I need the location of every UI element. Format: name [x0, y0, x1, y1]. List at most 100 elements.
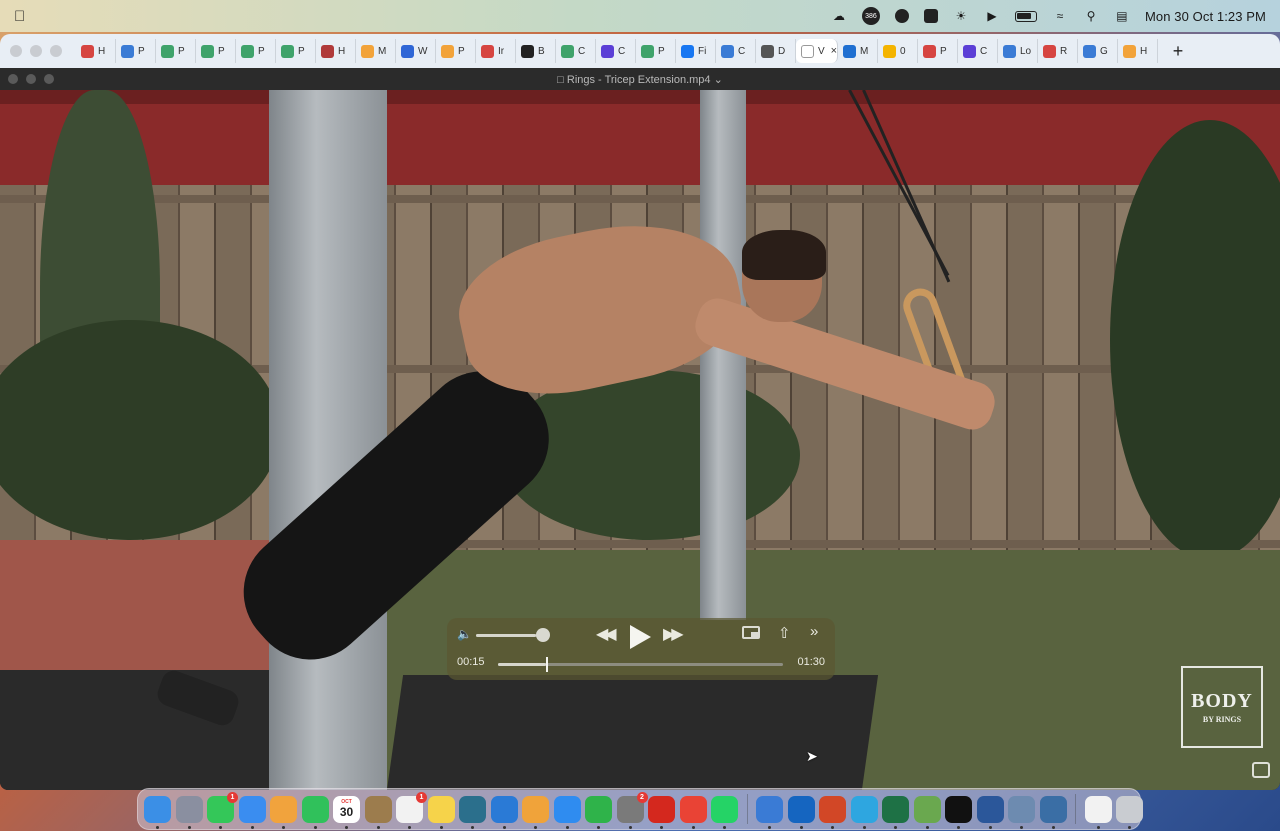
brightness-icon[interactable]: ☀: [953, 9, 969, 23]
browser-tab[interactable]: P: [918, 39, 958, 63]
share-icon[interactable]: ⇧: [778, 624, 791, 642]
dock-excel-icon[interactable]: [882, 795, 909, 829]
dock-finder-icon[interactable]: [144, 795, 171, 829]
browser-tab[interactable]: P: [436, 39, 476, 63]
volume-slider[interactable]: [476, 634, 543, 637]
browser-tab[interactable]: H: [1118, 39, 1158, 63]
scrubber-bar[interactable]: [498, 657, 783, 672]
tab-favicon-icon: [1123, 44, 1136, 58]
search-icon[interactable]: ⚲: [1083, 9, 1099, 23]
dock-quicktime-icon[interactable]: [1039, 795, 1067, 829]
control-center-icon[interactable]: ▤: [1114, 9, 1130, 23]
browser-tab[interactable]: H: [316, 39, 356, 63]
tab-favicon-icon: [883, 44, 896, 58]
browser-tab[interactable]: C: [716, 39, 756, 63]
volume-knob[interactable]: [536, 628, 550, 642]
scrubber-playhead[interactable]: [545, 657, 548, 672]
dock-acrobat-icon[interactable]: [648, 795, 675, 829]
browser-tab[interactable]: M: [356, 39, 396, 63]
dock-messages-icon[interactable]: 1: [207, 791, 238, 829]
more-options-icon[interactable]: »: [810, 623, 818, 640]
dock-chrome-icon[interactable]: [679, 795, 707, 829]
browser-tab[interactable]: G: [1078, 39, 1118, 63]
dock-mail-icon[interactable]: [238, 795, 266, 829]
dock-document-icon[interactable]: [1084, 795, 1112, 829]
apple-icon[interactable]: : [14, 8, 34, 25]
new-tab-button[interactable]: +: [1168, 41, 1188, 62]
browser-tab[interactable]: W: [396, 39, 436, 63]
browser-tab[interactable]: P: [156, 39, 196, 63]
dock-telegram-icon[interactable]: [850, 795, 878, 829]
running-indicator: [345, 825, 348, 829]
browser-tab[interactable]: B: [516, 39, 556, 63]
dock-notes-icon[interactable]: [427, 795, 455, 829]
dock-photos-icon[interactable]: [270, 795, 297, 829]
app-icon[interactable]: [894, 9, 909, 23]
running-indicator: [502, 825, 506, 829]
dock-keynote-icon[interactable]: [490, 795, 518, 829]
browser-tab[interactable]: C: [596, 39, 636, 63]
dock-notes-folder-icon[interactable]: [364, 795, 392, 829]
browser-tab[interactable]: P: [276, 39, 316, 63]
dock-calendar-icon[interactable]: OCT 30: [333, 795, 360, 829]
play-circle-icon[interactable]: ▶: [984, 9, 1000, 23]
playback-controls: 🔈 ◀◀ ▶▶ ⇧ » 00:15 01:30: [447, 618, 835, 680]
dock-numbers-icon[interactable]: [585, 795, 612, 829]
app2-icon[interactable]: [923, 9, 938, 23]
video-frame[interactable]: BODY BY RINGS 🔈 ◀◀ ▶▶ ⇧ » 00:15 01:30: [0, 90, 1280, 790]
browser-tab[interactable]: V ×: [796, 39, 838, 63]
tab-label: P: [178, 45, 185, 57]
browser-tab[interactable]: Fi: [676, 39, 716, 63]
dock-separator: [1075, 794, 1076, 824]
volume-icon[interactable]: 🔈: [457, 627, 472, 641]
menu-bar:  ☁ 386 ☀ ▶ ≈ ⚲ ▤ Mon 30 Oct 1:23 PM: [0, 0, 1280, 32]
dock-trash-icon[interactable]: [1116, 795, 1143, 829]
dock-outlook-icon[interactable]: [787, 795, 815, 829]
play-button[interactable]: [630, 625, 651, 649]
running-indicator: [408, 825, 411, 829]
dock-whatsapp-icon[interactable]: [711, 795, 738, 829]
browser-tab[interactable]: P: [116, 39, 156, 63]
browser-tab[interactable]: C: [958, 39, 998, 63]
dock-reminders-icon[interactable]: 1: [396, 791, 427, 829]
title-chevron-icon[interactable]: ⌄: [714, 74, 723, 86]
dock-preview-icon[interactable]: [1008, 795, 1035, 829]
battery-icon[interactable]: [1014, 10, 1037, 22]
dock-word-icon[interactable]: [976, 795, 1004, 829]
dock-launchpad-icon[interactable]: [175, 795, 203, 829]
browser-tab[interactable]: C: [556, 39, 596, 63]
dock-capcut-icon[interactable]: [945, 795, 972, 829]
close-tab-icon[interactable]: ×: [831, 45, 837, 57]
dock-powerpoint-icon[interactable]: [819, 795, 846, 829]
dock-facetime-icon[interactable]: [301, 795, 329, 829]
picture-in-picture-icon[interactable]: [742, 626, 760, 639]
counter-icon[interactable]: 386: [861, 7, 880, 25]
close-window-button[interactable]: [10, 45, 22, 57]
dock-downloads-icon[interactable]: [756, 795, 783, 829]
browser-tab[interactable]: D: [756, 39, 796, 63]
dock-pages-icon[interactable]: [522, 795, 549, 829]
browser-tab[interactable]: R: [1038, 39, 1078, 63]
browser-tab[interactable]: P: [636, 39, 676, 63]
browser-tab[interactable]: H: [76, 39, 116, 63]
tab-label: C: [578, 45, 586, 57]
zoom-window-button[interactable]: [50, 45, 62, 57]
browser-tab[interactable]: P: [236, 39, 276, 63]
minimize-window-button[interactable]: [30, 45, 42, 57]
browser-tab[interactable]: M: [838, 39, 878, 63]
browser-tab[interactable]: Lo: [998, 39, 1038, 63]
live-text-icon[interactable]: [1252, 762, 1270, 778]
tab-favicon-icon: [561, 44, 574, 58]
browser-tab[interactable]: P: [196, 39, 236, 63]
dock-stocks-icon[interactable]: [459, 795, 486, 829]
wifi-icon[interactable]: ≈: [1052, 9, 1068, 23]
dock-app-store-icon[interactable]: [553, 795, 581, 829]
fast-forward-button[interactable]: ▶▶: [663, 624, 684, 644]
dock-pineapple-app-icon[interactable]: [913, 795, 941, 829]
browser-tab[interactable]: 0: [878, 39, 918, 63]
rewind-button[interactable]: ◀◀: [596, 624, 617, 644]
menu-clock[interactable]: Mon 30 Oct 1:23 PM: [1145, 9, 1266, 24]
dock-system-settings-icon[interactable]: 2: [616, 791, 648, 829]
cloud-icon[interactable]: ☁: [831, 9, 847, 23]
browser-tab[interactable]: Ir: [476, 39, 516, 63]
